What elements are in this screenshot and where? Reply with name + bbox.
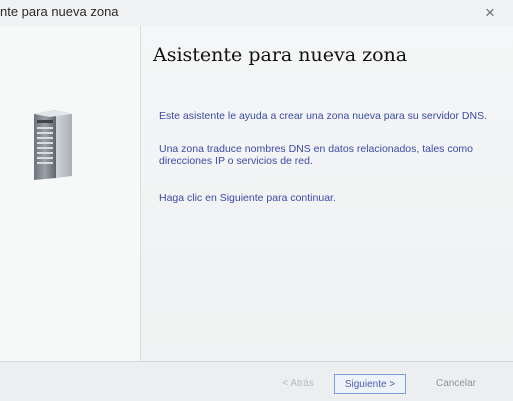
wizard-heading: Asistente para nueva zona bbox=[153, 44, 408, 66]
continue-hint-text: Haga clic en Siguiente para continuar. bbox=[159, 192, 336, 204]
button-bar: < Atrás Siguiente > Cancelar bbox=[0, 361, 513, 401]
title-bar: nte para nueva zona × bbox=[0, 0, 513, 26]
wizard-window: nte para nueva zona × Asistente para nue… bbox=[0, 0, 513, 401]
next-button[interactable]: Siguiente > bbox=[334, 374, 406, 394]
zone-description-text: Una zona traduce nombres DNS en datos re… bbox=[159, 143, 474, 167]
back-button[interactable]: < Atrás bbox=[272, 374, 324, 394]
cancel-button[interactable]: Cancelar bbox=[426, 374, 486, 394]
intro-text: Este asistente le ayuda a crear una zona… bbox=[159, 110, 488, 122]
window-title: nte para nueva zona bbox=[0, 4, 119, 19]
close-icon[interactable]: × bbox=[477, 2, 503, 24]
wizard-content: Asistente para nueva zona Este asistente… bbox=[141, 26, 513, 361]
server-icon bbox=[34, 110, 72, 180]
wizard-side-panel bbox=[0, 26, 141, 361]
